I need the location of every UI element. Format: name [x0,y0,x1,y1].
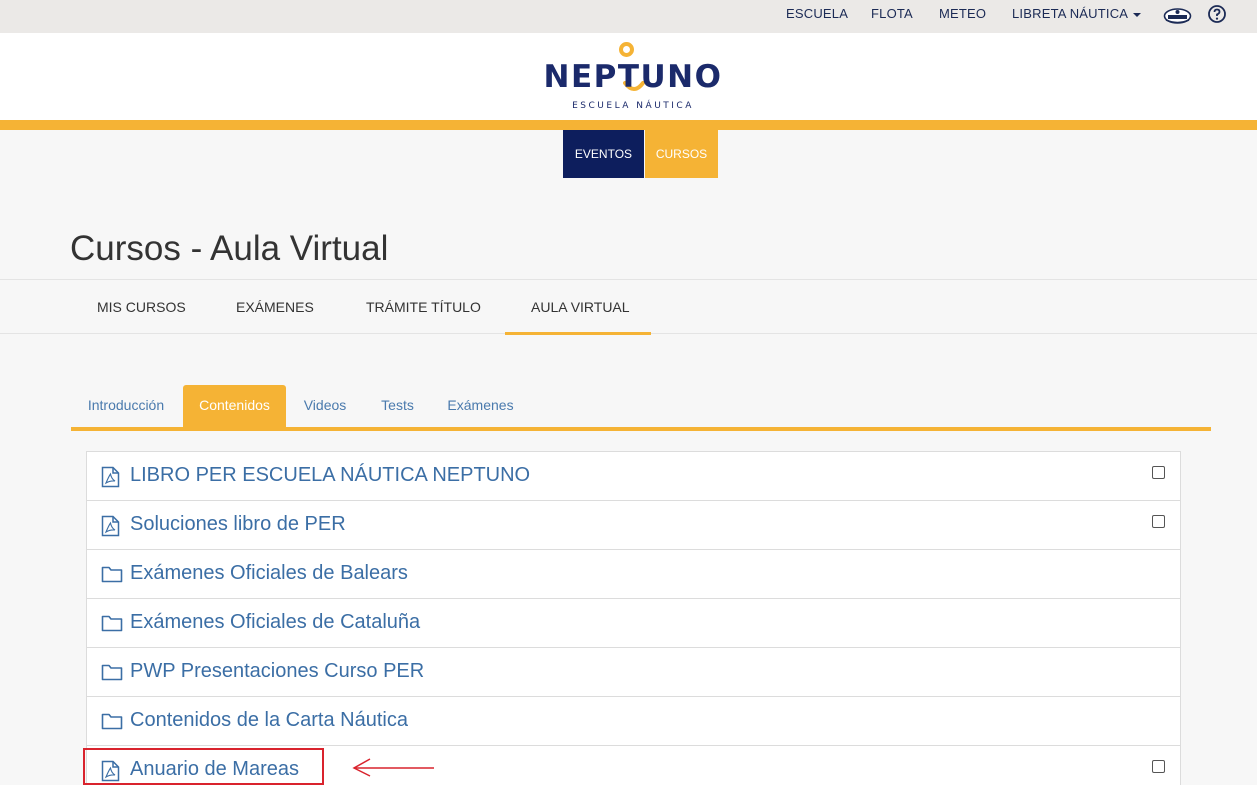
list-item[interactable]: Soluciones libro de PER [87,501,1180,550]
subnav-aula-virtual[interactable]: AULA VIRTUAL [531,299,630,315]
list-item-label[interactable]: PWP Presentaciones Curso PER [130,660,424,683]
annotation-highlight-box [83,748,324,785]
page-title: Cursos - Aula Virtual [70,229,389,268]
header-accent-band [0,120,1257,130]
caret-down-icon [1133,12,1142,17]
list-item[interactable]: PWP Presentaciones Curso PER [87,648,1180,697]
folder-icon [101,711,123,736]
logo-subtitle: ESCUELA NÁUTICA [572,101,694,111]
tab-introduccion[interactable]: Introducción [71,385,181,427]
nav-link-libreta-nautica[interactable]: LIBRETA NÁUTICA [1012,6,1142,21]
list-item[interactable]: Contenidos de la Carta Náutica [87,697,1180,746]
list-item-label[interactable]: Exámenes Oficiales de Balears [130,562,408,585]
tab-examenes[interactable]: Exámenes [438,385,523,427]
nav-link-escuela[interactable]: ESCUELA [786,6,848,21]
cursos-button[interactable]: CURSOS [645,130,718,178]
nav-link-libreta-label: LIBRETA NÁUTICA [1012,6,1129,21]
pdf-file-icon [101,466,120,493]
list-item[interactable]: Exámenes Oficiales de Cataluña [87,599,1180,648]
subnav-mis-cursos[interactable]: MIS CURSOS [97,299,186,315]
tab-videos[interactable]: Videos [293,385,357,427]
annotation-arrow-icon [352,758,434,777]
list-item-label[interactable]: Soluciones libro de PER [130,513,346,536]
list-item-label[interactable]: Exámenes Oficiales de Cataluña [130,611,420,634]
logo-name: NEPTUNO [543,59,723,95]
logo-anchor-ring-icon [619,42,634,57]
tab-tests[interactable]: Tests [369,385,426,427]
list-item-label[interactable]: LIBRO PER ESCUELA NÁUTICA NEPTUNO [130,464,530,487]
nav-link-flota[interactable]: FLOTA [871,6,913,21]
subnav-examenes[interactable]: EXÁMENES [236,299,314,315]
pdf-file-icon [101,515,120,542]
top-utility-bar: ESCUELA FLOTA METEO LIBRETA NÁUTICA [0,0,1257,33]
neptuno-logo[interactable]: NEPTUNO ESCUELA NÁUTICA [540,41,726,115]
completion-checkbox[interactable] [1152,466,1165,479]
contents-list: LIBRO PER ESCUELA NÁUTICA NEPTUNO Soluci… [86,451,1181,785]
folder-icon [101,564,123,589]
captain-hat-icon[interactable] [1163,4,1192,31]
site-header: NEPTUNO ESCUELA NÁUTICA [0,33,1257,120]
list-item[interactable]: Exámenes Oficiales de Balears [87,550,1180,599]
completion-checkbox[interactable] [1152,515,1165,528]
course-subnav: MIS CURSOS EXÁMENES TRÁMITE TÍTULO AULA … [0,279,1257,335]
list-item[interactable]: LIBRO PER ESCUELA NÁUTICA NEPTUNO [87,452,1180,501]
nav-link-meteo[interactable]: METEO [939,6,986,21]
folder-icon [101,613,123,638]
completion-checkbox[interactable] [1152,760,1165,773]
folder-icon [101,662,123,687]
subnav-active-indicator [505,332,651,335]
subnav-tramite-titulo[interactable]: TRÁMITE TÍTULO [366,299,481,315]
help-circle-icon[interactable] [1207,4,1227,29]
eventos-button[interactable]: EVENTOS [563,130,644,178]
tab-contenidos[interactable]: Contenidos [183,385,286,427]
content-tabs: Introducción Contenidos Videos Tests Exá… [71,385,1211,431]
list-item-label[interactable]: Contenidos de la Carta Náutica [130,709,408,732]
